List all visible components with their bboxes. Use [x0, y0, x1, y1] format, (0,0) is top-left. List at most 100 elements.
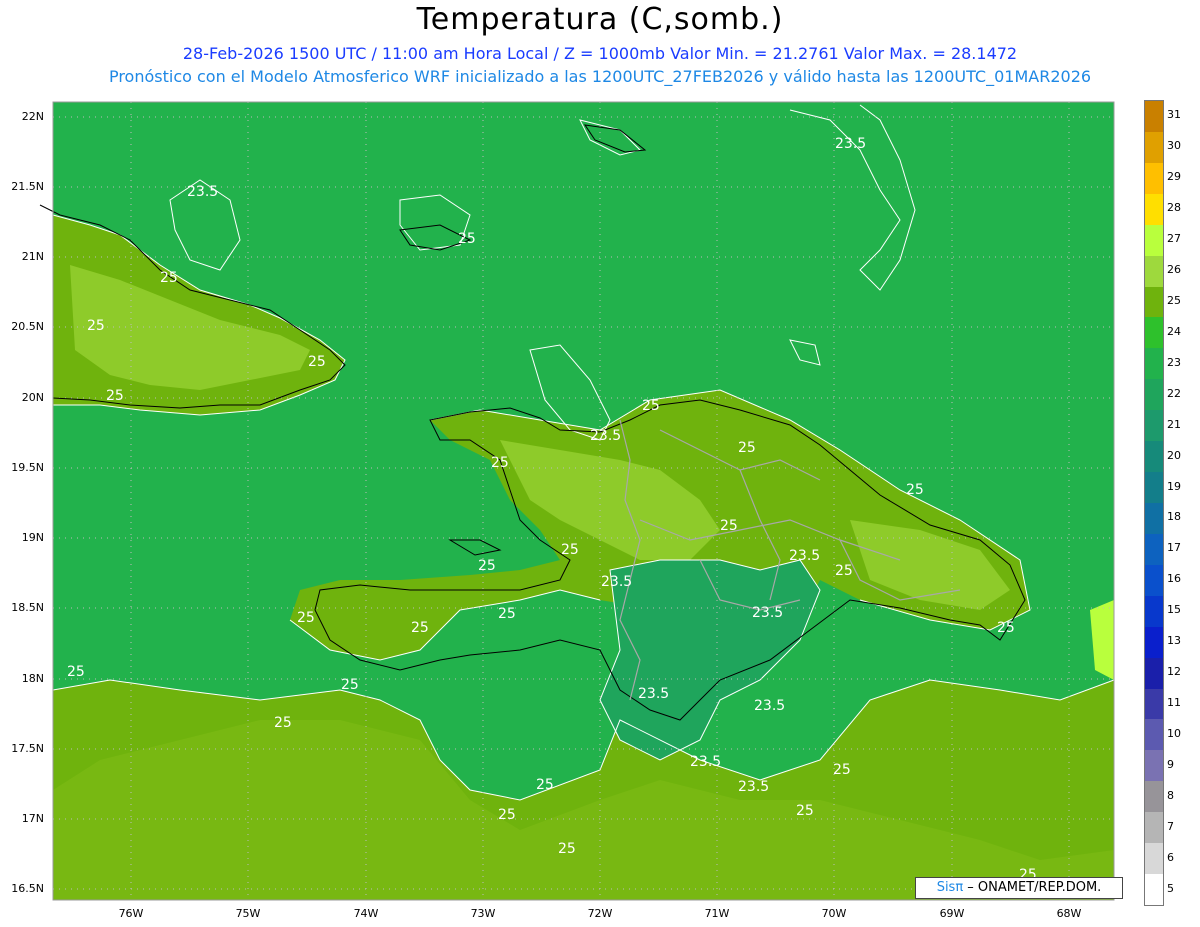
lat-label: 17.5N: [11, 742, 44, 755]
lat-label: 18N: [21, 672, 44, 685]
contour-label: 25: [274, 715, 292, 731]
contour-label: 23.5: [835, 136, 866, 152]
colorbar-swatch: [1145, 317, 1163, 349]
colorbar-label: 16: [1167, 572, 1181, 586]
colorbar-label: 27: [1167, 232, 1181, 246]
contour-label: 25: [498, 807, 516, 823]
lat-label: 22N: [21, 110, 44, 123]
colorbar-swatch: [1145, 193, 1163, 225]
contour-label: 25: [561, 542, 579, 558]
lon-label: 75W: [235, 907, 261, 920]
colorbar-label: 17: [1167, 541, 1181, 555]
contour-label: 25: [720, 518, 738, 534]
lon-label: 69W: [939, 907, 965, 920]
colorbar-swatch: [1145, 781, 1163, 813]
contour-label: 25: [106, 388, 124, 404]
contour-label: 23.5: [590, 428, 621, 444]
contour-label: 25: [833, 762, 851, 778]
colorbar-swatch: [1145, 874, 1163, 906]
contour-label: 25: [411, 620, 429, 636]
colorbar-swatch: [1145, 812, 1163, 844]
lat-label: 16.5N: [11, 882, 44, 895]
lon-label: 72W: [587, 907, 613, 920]
contour-label: 25: [297, 610, 315, 626]
colorbar-label: 28: [1167, 201, 1181, 215]
contour-label: 25: [478, 558, 496, 574]
contour-label: 23.5: [187, 184, 218, 200]
sispi-logo-text: Sisπ: [936, 880, 964, 895]
colorbar-label: 8: [1167, 788, 1174, 802]
lon-label: 76W: [118, 907, 144, 920]
contour-label: 25: [906, 482, 924, 498]
contour-label: 23.5: [601, 574, 632, 590]
lon-label: 74W: [353, 907, 379, 920]
colorbar-swatch: [1145, 379, 1163, 411]
colorbar-swatch: [1145, 688, 1163, 720]
colorbar-label: 26: [1167, 263, 1181, 277]
colorbar-swatch: [1145, 503, 1163, 534]
colorbar-swatch: [1145, 595, 1163, 627]
colorbar-label: 6: [1167, 850, 1174, 864]
contour-label: 25: [160, 270, 178, 286]
contour-label: 25: [835, 563, 853, 579]
contour-label: 23.5: [738, 779, 769, 795]
contour-label: 25: [997, 620, 1015, 636]
colorbar-label: 25: [1167, 294, 1181, 307]
colorbar-label: 24: [1167, 324, 1181, 338]
lat-label: 21N: [21, 250, 44, 263]
colorbar-label: 30: [1167, 139, 1181, 153]
temperature-map: 23.5 23.5 25 25 25 25 25 25 25 23.5 25 2…: [39, 101, 1115, 901]
colorbar-swatch: [1145, 657, 1163, 689]
colorbar-label: 5: [1167, 881, 1174, 895]
colorbar-swatch: [1145, 626, 1163, 658]
contour-label: 25: [536, 777, 554, 793]
colorbar-label: 31: [1167, 108, 1181, 122]
colorbar-label: 9: [1167, 757, 1174, 771]
colorbar-label: 13: [1167, 634, 1181, 648]
colorbar-swatch: [1145, 750, 1163, 782]
colorbar-swatch: [1145, 224, 1163, 256]
contour-label: 25: [796, 803, 814, 819]
colorbar-swatch: [1145, 101, 1163, 132]
colorbar-swatch: [1145, 564, 1163, 596]
lon-label: 73W: [470, 907, 496, 920]
colorbar-label: 7: [1167, 819, 1174, 833]
contour-label: 23.5: [754, 698, 785, 714]
lat-label: 17N: [21, 812, 44, 825]
colorbar-swatch: [1145, 286, 1163, 318]
colorbar-swatch: [1145, 131, 1163, 163]
contour-label: 25: [67, 664, 85, 680]
contour-label: 25: [458, 231, 476, 247]
colorbar-swatch: [1145, 472, 1163, 504]
colorbar-swatch: [1145, 255, 1163, 287]
colorbar-label: 21: [1167, 417, 1181, 431]
colorbar-swatch: [1145, 162, 1163, 194]
colorbar-label: 22: [1167, 386, 1181, 400]
lat-label: 19N: [21, 531, 44, 544]
contour-label: 25: [491, 455, 509, 471]
contour-label: 25: [341, 677, 359, 693]
colorbar-swatch: [1145, 348, 1163, 380]
contour-label: 25: [308, 354, 326, 370]
credit-box: Sisπ – ONAMET/REP.DOM.: [915, 877, 1123, 899]
colorbar-swatch: [1145, 719, 1163, 751]
lat-label: 19.5N: [11, 461, 44, 474]
contour-label: 23.5: [752, 605, 783, 621]
contour-label: 23.5: [690, 754, 721, 770]
contour-label: 25: [87, 318, 105, 334]
colorbar-label: 20: [1167, 448, 1181, 462]
colorbar-swatch: [1145, 843, 1163, 875]
lon-label: 71W: [704, 907, 730, 920]
colorbar-label: 18: [1167, 510, 1181, 524]
lon-label: 68W: [1056, 907, 1082, 920]
colorbar-label: 10: [1167, 726, 1181, 740]
contour-label: 23.5: [789, 548, 820, 564]
lat-label: 20.5N: [11, 320, 44, 333]
colorbar-label: 11: [1167, 696, 1181, 709]
lat-label: 18.5N: [11, 601, 44, 614]
lat-label: 21.5N: [11, 180, 44, 193]
contour-label: 25: [498, 606, 516, 622]
colorbar-label: 19: [1167, 479, 1181, 493]
contour-label: 23.5: [638, 686, 669, 702]
colorbar: [1144, 100, 1164, 906]
